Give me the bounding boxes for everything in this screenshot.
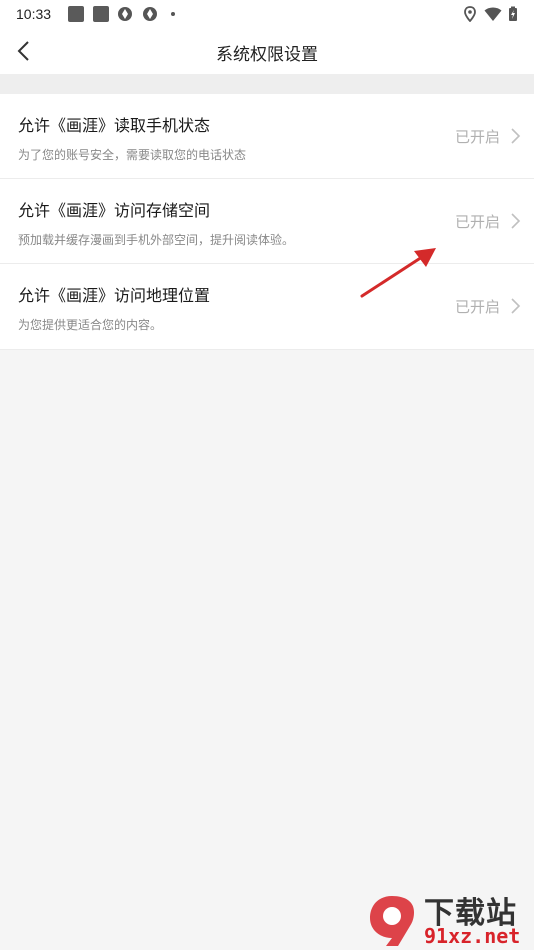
- permission-description: 预加载并缓存漫画到手机外部空间，提升阅读体验。: [18, 233, 295, 247]
- permission-description: 为了您的账号安全，需要读取您的电话状态: [18, 148, 247, 162]
- permission-title: 允许《画涯》读取手机状态: [18, 116, 211, 135]
- battery-icon: [509, 6, 517, 21]
- permission-title: 允许《画涯》访问存储空间: [18, 201, 211, 220]
- wifi-icon: [484, 7, 502, 21]
- location-icon: [464, 6, 476, 22]
- notification-square-icon: [93, 6, 109, 22]
- aperture-icon: [143, 7, 157, 21]
- chevron-right-icon: [511, 213, 521, 229]
- permission-row-storage[interactable]: 允许《画涯》访问存储空间 预加载并缓存漫画到手机外部空间，提升阅读体验。 已开启: [0, 179, 534, 264]
- permission-description: 为您提供更适合您的内容。: [18, 318, 163, 332]
- section-divider: [0, 74, 534, 94]
- watermark: 下载站 91xz.net: [364, 888, 534, 950]
- aperture-icon: [118, 7, 132, 21]
- top-app-bar: 系统权限设置: [0, 28, 534, 74]
- more-notifications-dot: [171, 12, 175, 16]
- watermark-url: 91xz.net: [424, 924, 521, 948]
- watermark-logo-icon: [370, 896, 414, 946]
- permission-row-location[interactable]: 允许《画涯》访问地理位置 为您提供更适合您的内容。 已开启: [0, 264, 534, 350]
- annotation-arrow-icon: [360, 248, 436, 298]
- status-time: 10:33: [16, 6, 52, 22]
- page-title: 系统权限设置: [216, 45, 318, 65]
- permission-row-phone-state[interactable]: 允许《画涯》读取手机状态 为了您的账号安全，需要读取您的电话状态 已开启: [0, 94, 534, 179]
- notification-square-icon: [68, 6, 84, 22]
- permission-status: 已开启: [454, 213, 500, 231]
- permission-list: 允许《画涯》读取手机状态 为了您的账号安全，需要读取您的电话状态 已开启 允许《…: [0, 94, 534, 350]
- chevron-right-icon: [511, 128, 521, 144]
- chevron-right-icon: [511, 298, 521, 314]
- permission-status: 已开启: [454, 128, 500, 146]
- permission-status: 已开启: [454, 298, 500, 316]
- permission-title: 允许《画涯》访问地理位置: [18, 286, 211, 305]
- status-bar: 10:33: [0, 0, 534, 28]
